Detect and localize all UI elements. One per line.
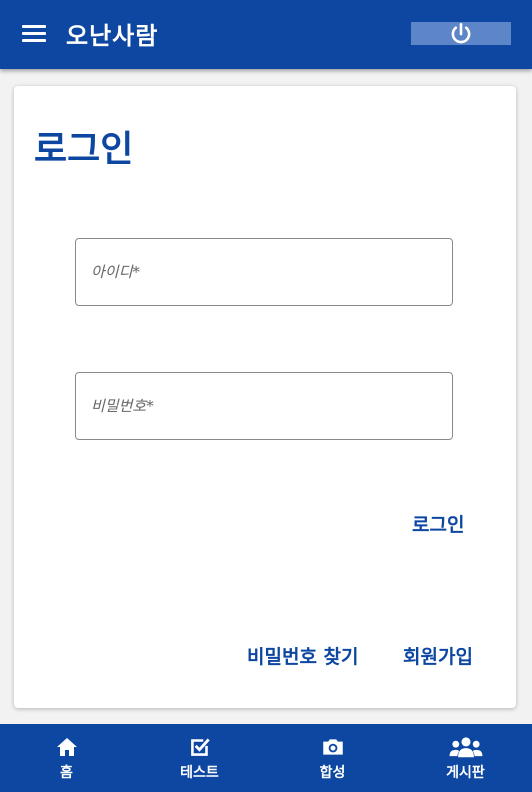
password-field-wrapper	[75, 372, 453, 440]
id-input[interactable]	[76, 239, 452, 305]
nav-item-test[interactable]: 테스트	[133, 724, 266, 792]
app-title: 오난사람	[66, 22, 159, 50]
menu-icon[interactable]	[22, 25, 46, 43]
nav-item-home[interactable]: 홈	[0, 724, 133, 792]
nav-label-compose: 합성	[319, 765, 346, 781]
power-icon	[451, 22, 471, 43]
signup-link[interactable]: 회원가입	[403, 642, 473, 669]
nav-label-board: 게시판	[446, 765, 485, 781]
find-password-link[interactable]: 비밀번호 찾기	[247, 642, 359, 669]
camera-icon	[322, 739, 343, 755]
login-button[interactable]: 로그인	[412, 510, 464, 537]
password-input[interactable]	[76, 373, 452, 439]
page-title: 로그인	[34, 129, 134, 170]
nav-item-board[interactable]: 게시판	[399, 724, 532, 792]
nav-item-compose[interactable]: 합성	[266, 724, 399, 792]
home-icon	[56, 738, 77, 756]
app-bar: 오난사람	[0, 0, 532, 69]
logout-button[interactable]	[411, 22, 511, 45]
bottom-navigation: 홈 테스트 합성 게시판	[0, 724, 532, 792]
nav-label-test: 테스트	[180, 765, 219, 781]
checkbox-icon	[190, 738, 210, 756]
id-field-wrapper	[75, 238, 453, 306]
group-icon	[449, 737, 482, 758]
login-card: 로그인 로그인 비밀번호 찾기 회원가입	[14, 86, 516, 708]
nav-label-home: 홈	[60, 765, 73, 781]
